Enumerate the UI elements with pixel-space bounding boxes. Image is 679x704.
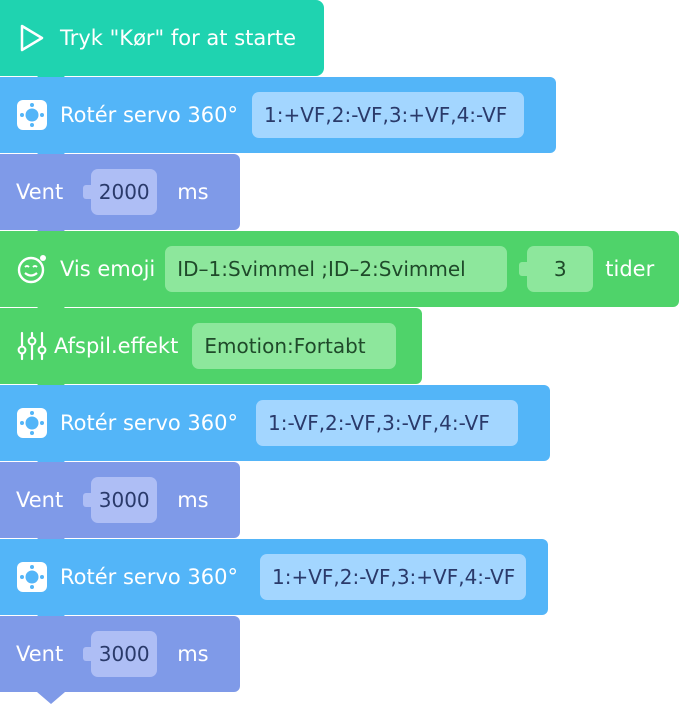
show-emoji-block[interactable]: Vis emoji ID–1:Svimmel ;ID–2:Svimmel 3 t… <box>0 231 679 319</box>
emoji-face-icon <box>16 253 48 285</box>
start-block[interactable]: Tryk "Kør" for at starte <box>0 0 324 88</box>
emoji-repeat-field[interactable]: 3 <box>519 246 594 292</box>
wait-duration-field[interactable]: 3000 <box>83 631 158 677</box>
wait-block[interactable]: Vent 3000 ms <box>0 616 240 704</box>
servo-rotate-block[interactable]: Rotér servo 360° 1:-VF,2:-VF,3:-VF,4:-VF <box>0 385 550 473</box>
servo-label: Rotér servo 360° <box>60 411 238 435</box>
wait-label: Vent <box>16 488 64 512</box>
servo-value-field[interactable]: 1:+VF,2:-VF,3:+VF,4:-VF <box>260 554 526 600</box>
play-effect-block[interactable]: Afspil.effekt Emotion:Fortabt <box>0 308 422 396</box>
emoji-unit: tider <box>605 257 655 281</box>
wait-block[interactable]: Vent 3000 ms <box>0 462 240 550</box>
wait-label: Vent <box>16 642 64 666</box>
servo-icon <box>16 99 48 131</box>
play-icon <box>16 22 48 54</box>
servo-value-field[interactable]: 1:+VF,2:-VF,3:+VF,4:-VF <box>252 92 524 138</box>
wait-block[interactable]: Vent 2000 ms <box>0 154 240 242</box>
wait-unit: ms <box>177 488 209 512</box>
start-label: Tryk "Kør" for at starte <box>60 26 297 50</box>
emoji-label: Vis emoji <box>60 257 156 281</box>
effect-label: Afspil.effekt <box>54 334 179 358</box>
effect-value-field[interactable]: Emotion:Fortabt <box>192 323 397 369</box>
emoji-value-field[interactable]: ID–1:Svimmel ;ID–2:Svimmel <box>165 246 508 292</box>
wait-unit: ms <box>177 642 209 666</box>
servo-value-field[interactable]: 1:-VF,2:-VF,3:-VF,4:-VF <box>256 400 518 446</box>
wait-unit: ms <box>177 180 209 204</box>
servo-label: Rotér servo 360° <box>60 103 238 127</box>
wait-duration-field[interactable]: 2000 <box>83 169 158 215</box>
equalizer-icon <box>16 330 48 362</box>
servo-rotate-block[interactable]: Rotér servo 360° 1:+VF,2:-VF,3:+VF,4:-VF <box>0 77 556 165</box>
servo-icon <box>16 561 48 593</box>
wait-duration-field[interactable]: 3000 <box>83 477 158 523</box>
wait-label: Vent <box>16 180 64 204</box>
servo-label: Rotér servo 360° <box>60 565 238 589</box>
servo-icon <box>16 407 48 439</box>
servo-rotate-block[interactable]: Rotér servo 360° 1:+VF,2:-VF,3:+VF,4:-VF <box>0 539 548 627</box>
